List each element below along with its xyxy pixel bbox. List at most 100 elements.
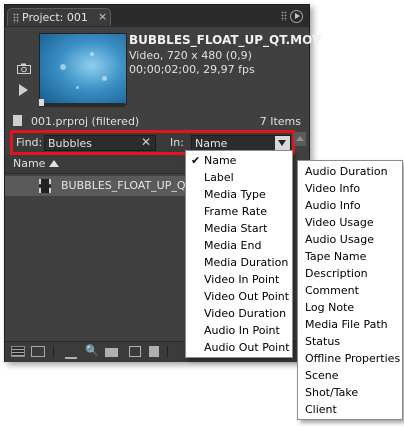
menu-item[interactable]: Media Type [186,186,292,203]
toolbar-divider [53,346,54,357]
menu-item[interactable]: Description [298,265,402,282]
in-select-value: Name [195,137,228,150]
menu-item-label: Audio Duration [305,165,388,178]
in-column-select[interactable]: Name [191,135,291,151]
panel-menu-button[interactable] [290,10,303,23]
scrub-handle[interactable] [39,99,44,106]
menu-item-label: Video In Point [204,273,280,286]
menu-item-label: Client [305,403,337,416]
menu-item-label: Video Info [305,182,361,195]
menu-item[interactable]: ✔ Name [186,152,292,169]
scroll-up-button[interactable] [294,132,306,146]
menu-item[interactable]: Status [298,333,402,350]
menu-item[interactable]: Shot/Take [298,384,402,401]
close-icon[interactable]: × [98,10,107,23]
bubble-decoration [102,76,107,81]
new-bin-icon[interactable] [105,348,118,357]
bubble-decoration [76,86,79,89]
clear-icon[interactable] [149,346,159,357]
sort-ascending-icon[interactable] [49,160,59,167]
grip-icon[interactable] [281,11,287,21]
bubble-decoration [60,64,66,70]
menu-item[interactable]: Video Usage [298,214,402,231]
menu-item-label: Media End [204,239,262,252]
menu-item[interactable]: Media Duration [186,254,292,271]
menu-item-label: Frame Rate [204,205,267,218]
menu-item[interactable]: Media Start [186,220,292,237]
menu-item[interactable]: Video In Point [186,271,292,288]
poster-frame-icon[interactable] [17,63,31,74]
menu-item-label: Description [305,267,368,280]
menu-item-label: Audio In Point [204,324,280,337]
menu-item[interactable]: Audio In Point [186,322,292,339]
menu-item[interactable]: Audio Duration [298,163,402,180]
menu-item-label: Label [204,171,234,184]
item-count: 7 Items [259,115,301,128]
menu-item-label: Media Start [204,222,268,235]
list-view-icon[interactable] [11,346,25,357]
menu-item[interactable]: Tape Name [298,248,402,265]
column-header-name[interactable]: Name [13,157,45,170]
panel-tab-bar: Project: 001 × [5,5,309,27]
icon-view-icon[interactable] [31,346,45,357]
menu-item-label: Name [204,154,237,167]
clip-timing-info: 00;00;02;00, 29,97 fps [129,63,255,76]
menu-item-label: Scene [305,369,339,382]
menu-item[interactable]: Scene [298,367,402,384]
more-columns-menu: Audio Duration Video Info Audio Info Video … [297,160,403,420]
menu-item-label: Video Duration [204,307,287,320]
menu-item[interactable]: Media File Path [298,316,402,333]
preview-scrub-bar[interactable] [39,103,125,107]
new-item-icon[interactable] [129,346,141,357]
project-file-icon [13,115,22,126]
find-label: Find: [16,136,43,149]
menu-item-label: Status [305,335,341,348]
clip-name: BUBBLES_FLOAT_UP_QT.MOV [129,33,322,47]
in-label: In: [170,136,184,149]
film-clip-icon [39,179,51,193]
menu-item[interactable]: Frame Rate [186,203,292,220]
menu-item[interactable]: Video Duration [186,305,292,322]
menu-item[interactable]: Client [298,401,402,418]
menu-item[interactable]: Log Note [298,299,402,316]
project-name: 001.prproj (filtered) [31,115,140,128]
menu-item[interactable]: Label [186,169,292,186]
find-input[interactable] [44,135,156,151]
row-clip-name: BUBBLES_FLOAT_UP_QT.M [61,179,204,192]
menu-item-label: Log Note [305,301,355,314]
toolbar-divider [167,346,168,357]
menu-item[interactable]: Media End [186,237,292,254]
menu-item-label: Media Duration [204,256,289,269]
clear-icon[interactable]: ✕ [141,135,151,149]
menu-item-label: Shot/Take [305,386,359,399]
menu-item-label: Audio Usage [305,233,375,246]
menu-item[interactable]: Video Info [298,180,402,197]
menu-item-label: Audio Info [305,199,361,212]
menu-item-label: Audio Out Point [204,341,290,354]
menu-item-label: Media File Path [305,318,388,331]
column-dropdown-menu: ✔ Name Label Media Type Frame Rate Media Star… [185,150,293,358]
chevron-down-icon[interactable] [275,136,290,150]
bubble-decoration [90,52,94,56]
menu-item-label: Tape Name [305,250,367,263]
menu-item[interactable]: Video Out Point [186,288,292,305]
menu-item-label: Offline Properties [305,352,401,365]
checkmark-icon: ✔ [191,154,201,167]
tab-title: Project: 001 [22,11,88,24]
menu-item-label: Video Usage [305,216,374,229]
clip-video-info: Video, 720 x 480 (0,9) [129,49,252,62]
menu-item-label: Media Type [204,188,266,201]
menu-item-label: Comment [305,284,359,297]
menu-item[interactable]: Offline Properties [298,350,402,367]
clip-thumbnail [39,33,127,105]
menu-item-label: Video Out Point [204,290,290,303]
menu-item[interactable]: Audio Info [298,197,402,214]
menu-item[interactable]: Comment [298,282,402,299]
menu-item[interactable]: Audio Usage [298,231,402,248]
tab-project[interactable]: Project: 001 × [7,8,111,26]
menu-item[interactable]: Audio Out Point [186,339,292,356]
play-icon[interactable] [19,84,28,96]
automate-to-sequence-icon[interactable] [65,346,77,359]
find-icon[interactable]: 🔍 [85,344,99,357]
grip-icon[interactable] [13,13,19,23]
